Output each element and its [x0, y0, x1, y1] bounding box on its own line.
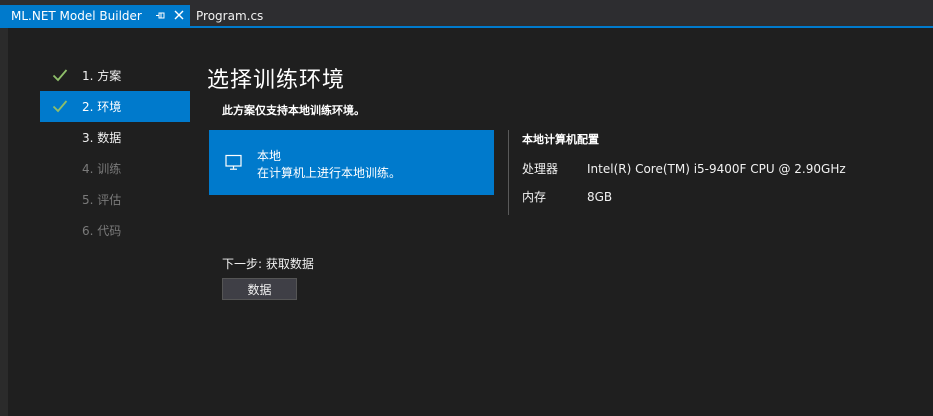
model-builder-window: ML.NET Model Builder Program.cs 1. 方案 2.… — [0, 0, 933, 416]
step-evaluate-label: 5. 评估 — [82, 193, 122, 207]
tab-program-cs-label: Program.cs — [196, 8, 264, 23]
step-train: 4. 训练 — [40, 153, 190, 184]
step-environment[interactable]: 2. 环境 — [40, 91, 190, 122]
tab-model-builder-label: ML.NET Model Builder — [11, 8, 142, 23]
page-title: 选择训练环境 — [207, 68, 346, 93]
left-gutter — [0, 28, 8, 416]
cpu-label: 处理器 — [522, 162, 559, 176]
step-evaluate: 5. 评估 — [40, 184, 190, 215]
page-subtitle: 此方案仅支持本地训练环境。 — [222, 104, 365, 117]
data-button[interactable]: 数据 — [222, 278, 297, 300]
checkmark-icon — [52, 69, 68, 82]
cpu-row: 处理器 Intel(R) Core(TM) i5-9400F CPU @ 2.90… — [522, 160, 846, 177]
monitor-icon — [225, 154, 242, 170]
memory-label: 内存 — [522, 190, 547, 204]
document-tab-strip: ML.NET Model Builder Program.cs — [0, 0, 933, 26]
vertical-divider — [508, 130, 509, 215]
step-code: 6. 代码 — [40, 215, 190, 246]
environment-name: 本地 — [257, 149, 282, 163]
tab-model-builder[interactable]: ML.NET Model Builder — [0, 5, 190, 26]
step-scenario-label: 1. 方案 — [82, 69, 122, 83]
checkmark-icon — [52, 100, 68, 113]
step-data[interactable]: 3. 数据 — [40, 122, 190, 153]
next-step-label: 下一步: 获取数据 — [222, 257, 314, 271]
environment-option-local[interactable]: 本地 在计算机上进行本地训练。 — [209, 130, 494, 195]
step-code-label: 6. 代码 — [82, 224, 122, 238]
pin-icon[interactable] — [155, 10, 166, 21]
cpu-value: Intel(R) Core(TM) i5-9400F CPU @ 2.90GHz — [587, 162, 846, 176]
step-data-label: 3. 数据 — [82, 131, 122, 145]
step-train-label: 4. 训练 — [82, 162, 122, 176]
memory-value: 8GB — [587, 190, 613, 204]
machine-config-title: 本地计算机配置 — [522, 133, 599, 146]
wizard-steps: 1. 方案 2. 环境 3. 数据 4. 训练 5. 评估 6. 代码 — [40, 60, 190, 246]
step-scenario[interactable]: 1. 方案 — [40, 60, 190, 91]
step-environment-label: 2. 环境 — [82, 100, 122, 114]
environment-description: 在计算机上进行本地训练。 — [257, 166, 402, 180]
memory-row: 内存 8GB — [522, 188, 612, 205]
tab-program-cs[interactable]: Program.cs — [190, 5, 270, 26]
close-icon[interactable] — [173, 9, 185, 21]
